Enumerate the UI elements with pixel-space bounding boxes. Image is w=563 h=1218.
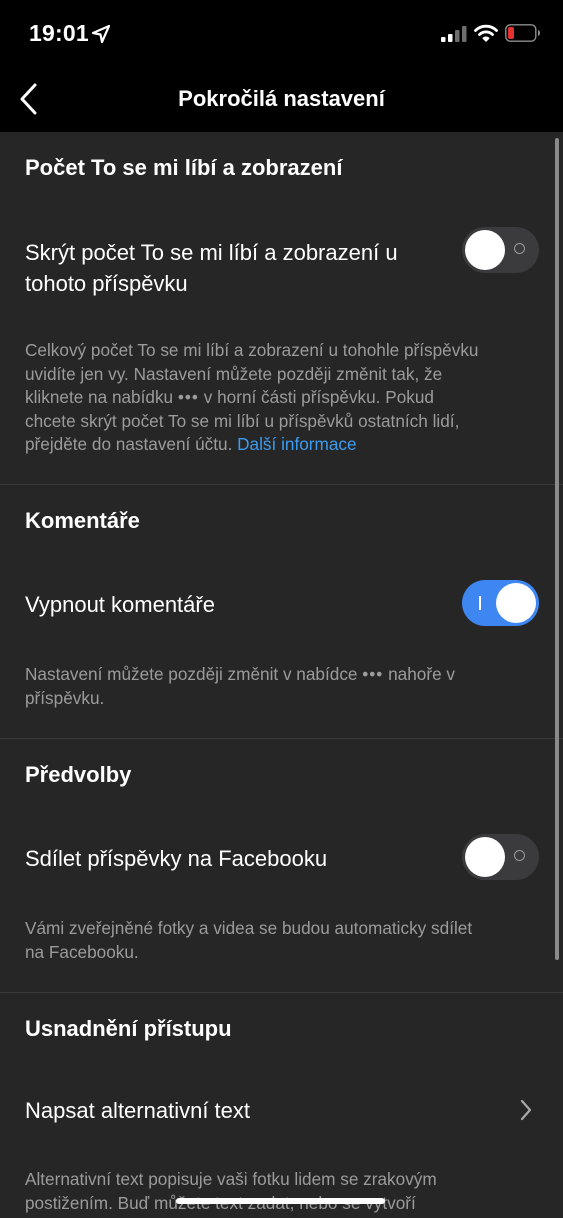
page-title: Pokročilá nastavení xyxy=(178,86,385,111)
likes-desc-line4: chcete skrýt počet To se mi líbí u přísp… xyxy=(25,410,460,431)
hide-likes-row-label[interactable]: Skrýt počet To se mi líbí a zobrazení u … xyxy=(25,237,398,299)
learn-more-link[interactable]: Další informace xyxy=(237,434,356,454)
toggle-knob xyxy=(465,230,505,270)
battery-low-icon xyxy=(505,24,540,42)
preferences-description: Vámi zveřejněné fotky a videa se budou a… xyxy=(25,917,535,964)
section-heading-likes: Počet To se mi líbí a zobrazení xyxy=(25,155,343,180)
share-to-facebook-label[interactable]: Sdílet příspěvky na Facebooku xyxy=(25,843,327,874)
status-time: 19:01 xyxy=(29,20,89,46)
scrollbar[interactable] xyxy=(555,138,559,960)
likes-desc-line3a: kliknete na nabídku xyxy=(25,387,174,407)
status-bar: 19:01 xyxy=(0,0,563,66)
share-to-facebook-toggle[interactable] xyxy=(462,834,539,880)
comments-description: Nastavení můžete později změnit v nabídc… xyxy=(25,663,535,710)
comments-desc-line1a: Nastavení můžete později změnit v nabídc… xyxy=(25,664,358,684)
signal-icon xyxy=(441,26,467,42)
navigation-bar: Pokročilá nastavení xyxy=(0,66,563,132)
chevron-right-icon[interactable] xyxy=(519,1099,533,1121)
settings-content: Počet To se mi líbí a zobrazení Skrýt po… xyxy=(0,132,563,1218)
toggle-knob xyxy=(496,583,536,623)
likes-description: Celkový počet To se mi líbí a zobrazení … xyxy=(25,339,535,457)
turn-off-comments-label[interactable]: Vypnout komentáře xyxy=(25,589,215,620)
hide-likes-toggle[interactable] xyxy=(462,227,539,273)
likes-desc-line2: uvidíte jen vy. Nastavení můžete později… xyxy=(25,363,443,384)
location-arrow-icon xyxy=(92,25,110,43)
accessibility-desc-line1: Alternativní text popisuje vaši fotku li… xyxy=(25,1169,437,1189)
toggle-on-indicator xyxy=(479,596,481,610)
likes-desc-line3: kliknete na nabídku ••• v horní části př… xyxy=(25,386,535,410)
section-divider xyxy=(0,484,563,485)
comments-desc-line1: Nastavení můžete později změnit v nabídc… xyxy=(25,663,535,687)
section-divider xyxy=(0,992,563,993)
more-options-dots-icon: ••• xyxy=(362,664,384,684)
toggle-knob xyxy=(465,837,505,877)
write-alt-text-label[interactable]: Napsat alternativní text xyxy=(25,1095,250,1126)
section-divider xyxy=(0,738,563,739)
likes-desc-line1: Celkový počet To se mi líbí a zobrazení … xyxy=(25,340,479,360)
toggle-off-indicator xyxy=(514,850,525,861)
hide-likes-label-line2: tohoto příspěvku xyxy=(25,271,188,296)
section-heading-accessibility: Usnadnění přístupu xyxy=(25,1016,232,1041)
section-heading-preferences: Předvolby xyxy=(25,762,132,787)
home-indicator[interactable] xyxy=(176,1198,385,1204)
accessibility-description: Alternativní text popisuje vaši fotku li… xyxy=(25,1168,535,1215)
preferences-desc-line1: Vámi zveřejněné fotky a videa se budou a… xyxy=(25,918,473,938)
more-options-dots-icon: ••• xyxy=(177,387,199,407)
likes-desc-line5: přejděte do nastavení účtu. Další inform… xyxy=(25,433,535,457)
section-heading-comments: Komentáře xyxy=(25,508,140,533)
comments-desc-line1b: nahoře v xyxy=(388,664,455,684)
comments-desc-line2: příspěvku. xyxy=(25,687,105,708)
toggle-off-indicator xyxy=(514,243,525,254)
likes-desc-line5a: přejděte do nastavení účtu. xyxy=(25,434,233,454)
likes-desc-line3b: v horní části příspěvku. Pokud xyxy=(203,387,434,407)
preferences-desc-line2: na Facebooku. xyxy=(25,941,139,962)
turn-off-comments-toggle[interactable] xyxy=(462,580,539,626)
hide-likes-label-line1: Skrýt počet To se mi líbí a zobrazení u xyxy=(25,240,398,265)
wifi-icon xyxy=(474,24,498,42)
